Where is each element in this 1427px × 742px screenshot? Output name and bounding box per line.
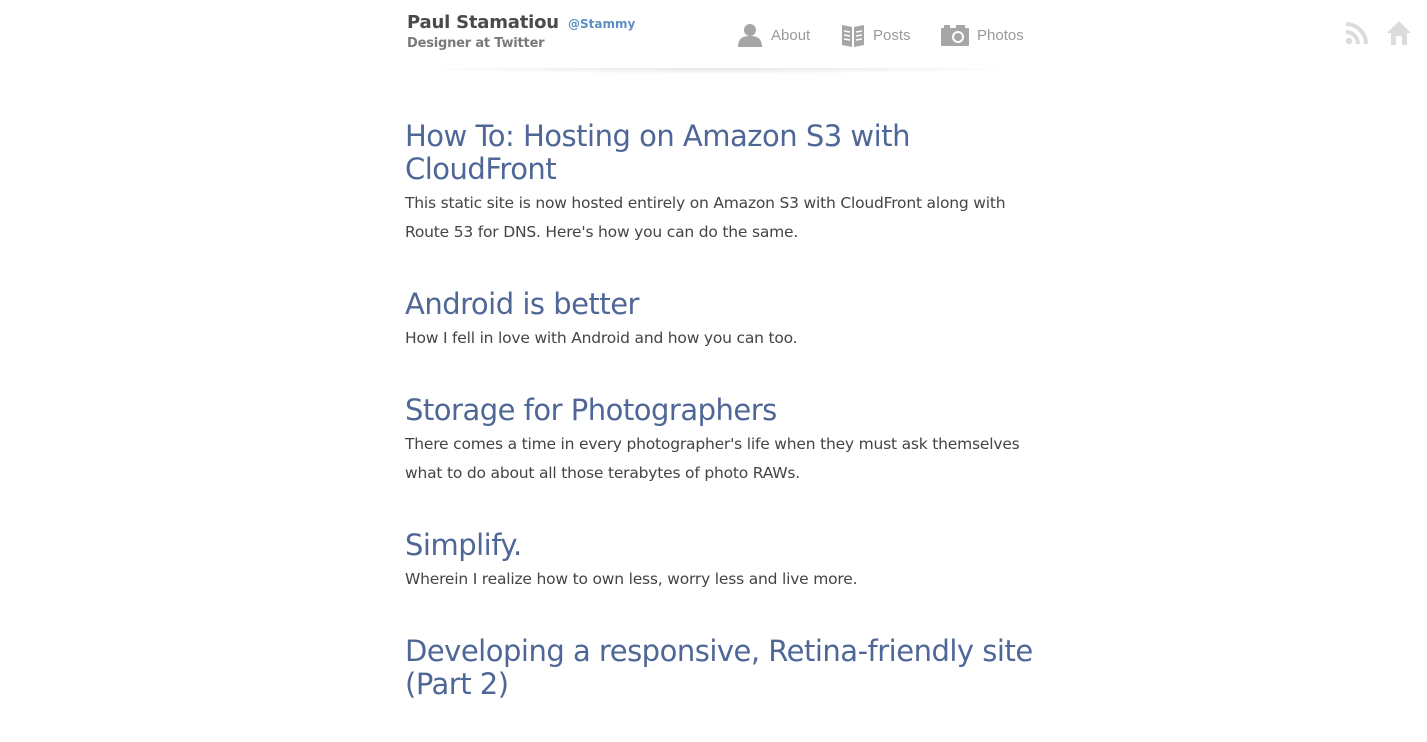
post-description: How I fell in love with Android and how … (405, 329, 798, 347)
post-list: How To: Hosting on Amazon S3 with CloudF… (405, 120, 1045, 742)
list-item: How To: Hosting on Amazon S3 with CloudF… (405, 120, 1045, 247)
rss-icon (1345, 22, 1368, 45)
site-name-link[interactable]: Paul Stamatiou (407, 12, 564, 33)
list-item: Simplify. Wherein I realize how to own l… (405, 529, 1045, 594)
post-description: This static site is now hosted entirely … (405, 194, 1006, 241)
post-title-link[interactable]: How To: Hosting on Amazon S3 with CloudF… (405, 120, 1045, 186)
twitter-handle: @Stammy (567, 17, 636, 31)
brand: Paul Stamatiou @Stammy Designer at Twitt… (407, 12, 635, 51)
site-header: Paul Stamatiou @Stammy Designer at Twitt… (405, 0, 1030, 70)
twitter-handle-link[interactable]: @Stammy (564, 13, 635, 32)
list-item: Android is better How I fell in love wit… (405, 288, 1045, 353)
nav-photos-label: Photos (977, 26, 1024, 44)
post-title-link[interactable]: Developing a responsive, Retina-friendly… (405, 635, 1045, 701)
nav-posts[interactable]: Posts (841, 22, 911, 48)
book-icon (842, 25, 864, 47)
post-description: There comes a time in every photographer… (405, 435, 1020, 482)
nav-about-label: About (771, 26, 811, 44)
rss-link[interactable] (1344, 20, 1370, 50)
home-link[interactable] (1386, 20, 1412, 50)
nav-posts-label: Posts (873, 26, 911, 44)
camera-icon (941, 25, 969, 46)
nav-about[interactable]: About (737, 22, 810, 48)
nav-photos[interactable]: Photos (941, 22, 1024, 48)
post-title-link[interactable]: Android is better (405, 288, 1045, 321)
user-icon (738, 24, 762, 47)
post-title-link[interactable]: Simplify. (405, 529, 1045, 562)
home-icon (1387, 21, 1411, 45)
site-tagline: Designer at Twitter (407, 36, 545, 51)
list-item: Developing a responsive, Retina-friendly… (405, 635, 1045, 701)
header-divider (405, 68, 1030, 74)
site-name: Paul Stamatiou (407, 12, 559, 33)
post-title-link[interactable]: Storage for Photographers (405, 394, 1045, 427)
post-description: Wherein I realize how to own less, worry… (405, 570, 858, 588)
list-item: Storage for Photographers There comes a … (405, 394, 1045, 488)
